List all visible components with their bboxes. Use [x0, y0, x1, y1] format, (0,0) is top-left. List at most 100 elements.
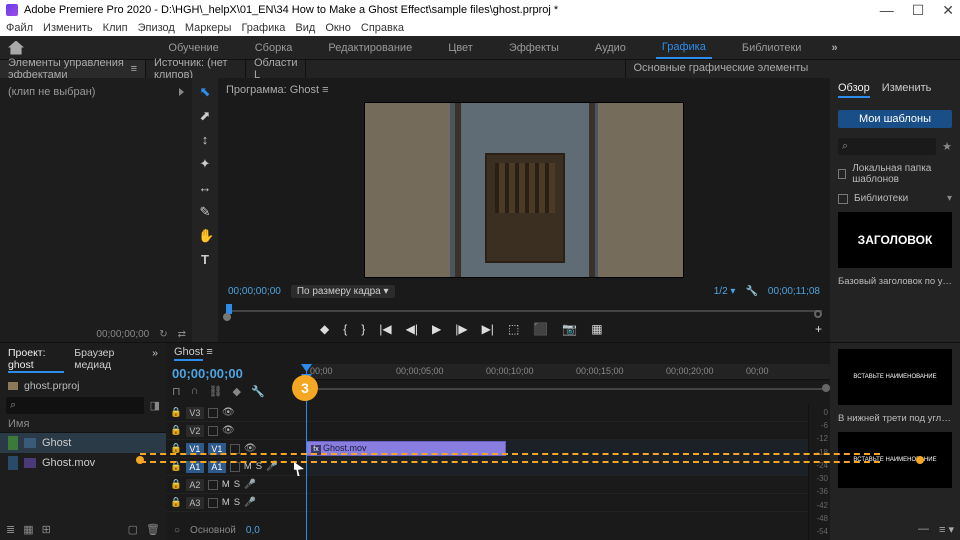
new-item-icon[interactable]: ▢: [128, 523, 138, 536]
fit-dropdown[interactable]: По размеру кадра ▾: [291, 285, 395, 298]
seq-menu-icon[interactable]: ≡: [206, 346, 212, 358]
direct-select-tool-icon[interactable]: ⬈: [198, 108, 212, 122]
step-fwd-icon[interactable]: |▶: [455, 322, 467, 336]
project-tab[interactable]: Проект: ghost: [8, 347, 64, 373]
menu-edit[interactable]: Изменить: [43, 22, 93, 34]
settings-wrench-icon[interactable]: 🔧: [745, 286, 757, 297]
track-header-v2[interactable]: 🔒V2👁: [166, 422, 306, 440]
eg-tab-edit[interactable]: Изменить: [882, 82, 932, 98]
ws-tab-color[interactable]: Цвет: [442, 38, 479, 58]
pen-tool-icon[interactable]: ✎: [198, 204, 212, 218]
resolution-dropdown[interactable]: 1/2 ▾: [714, 286, 736, 297]
type-tool-icon[interactable]: T: [198, 252, 212, 266]
marker-tl-icon[interactable]: ◆: [232, 385, 240, 398]
ws-tab-graphics[interactable]: Графика: [656, 37, 712, 59]
menu-view[interactable]: Вид: [295, 22, 315, 34]
ws-tab-audio[interactable]: Аудио: [589, 38, 632, 58]
favorites-star-icon[interactable]: ★: [942, 140, 952, 153]
program-video[interactable]: [364, 102, 684, 278]
menu-graphics[interactable]: Графика: [241, 22, 285, 34]
step-back-icon[interactable]: ◀|: [406, 322, 418, 336]
eg-search-input[interactable]: ⌕: [838, 138, 936, 155]
comparison-icon[interactable]: ▦: [591, 322, 602, 336]
lift-icon[interactable]: ⬚: [508, 322, 519, 336]
freeform-view-icon[interactable]: ⊞: [42, 523, 51, 536]
add-marker-icon[interactable]: ◆: [320, 322, 329, 336]
source-tab[interactable]: Источник: (нет клипов): [146, 60, 246, 78]
wrench-tl-icon[interactable]: 🔧: [251, 385, 265, 398]
ws-overflow-icon[interactable]: »: [831, 42, 837, 54]
project-search-input[interactable]: ⌕: [6, 397, 144, 414]
ws-tab-libraries[interactable]: Библиотеки: [736, 38, 808, 58]
my-templates-button[interactable]: Мои шаблоны: [838, 110, 952, 128]
selection-tool-icon[interactable]: ⬉: [198, 84, 212, 98]
timeline-timecode[interactable]: 00;00;00;00: [172, 366, 300, 381]
media-browser-tab[interactable]: Браузер медиад: [74, 347, 142, 373]
export-frame-icon[interactable]: 📷: [562, 322, 577, 336]
crop-tool-icon[interactable]: ↔: [198, 180, 212, 194]
sequence-tab[interactable]: Ghost: [174, 346, 203, 361]
template-thumb-3[interactable]: ВСТАВЬТЕ НАИМЕНОВАНИЕ: [838, 432, 952, 488]
ec-loop-icon[interactable]: ↻: [159, 329, 167, 340]
track-header-a1[interactable]: 🔒A1A1MS🎤: [166, 458, 306, 476]
track-header-a2[interactable]: 🔒A2MS🎤: [166, 476, 306, 494]
extract-icon[interactable]: ⬛: [533, 322, 548, 336]
program-scrubber[interactable]: [226, 304, 822, 318]
mark-out-icon[interactable]: }: [361, 322, 365, 336]
ws-tab-assembly[interactable]: Сборка: [249, 38, 299, 58]
track-header-a3[interactable]: 🔒A3MS🎤: [166, 494, 306, 512]
trash-icon[interactable]: 🗑: [146, 523, 160, 536]
align-tool-icon[interactable]: ✦: [198, 156, 212, 170]
icon-view-icon[interactable]: ▦: [23, 523, 33, 536]
timeline-clip-ghost[interactable]: fxGhost.mov: [306, 441, 506, 456]
snap-icon[interactable]: ⊓: [172, 385, 181, 398]
magnet-icon[interactable]: ∩: [191, 385, 199, 398]
ws-tab-editing[interactable]: Редактирование: [322, 38, 418, 58]
menu-file[interactable]: Файл: [6, 22, 33, 34]
play-icon[interactable]: ▶: [432, 322, 441, 336]
template-thumb-2[interactable]: ВСТАВЬТЕ НАИМЕНОВАНИЕ: [838, 349, 952, 405]
go-to-in-icon[interactable]: |◀: [379, 322, 391, 336]
hand-tool-icon[interactable]: ✋: [198, 228, 212, 242]
eg-undo-icon[interactable]: —: [918, 523, 929, 536]
effect-controls-tab[interactable]: Элементы управления эффектами ≡: [0, 60, 146, 78]
track-header-v1[interactable]: 🔒V1V1👁: [166, 440, 306, 458]
button-editor-icon[interactable]: +: [815, 322, 822, 336]
vertical-type-tool-icon[interactable]: ↕: [198, 132, 212, 146]
home-icon[interactable]: [8, 41, 24, 55]
close-button[interactable]: ✕: [942, 2, 954, 19]
time-ruler[interactable]: 00;00 00;00;05;00 00;00;10;00 00;00;15;0…: [306, 364, 830, 380]
minimize-button[interactable]: —: [880, 2, 894, 19]
col-name[interactable]: Имя: [0, 416, 166, 433]
program-tc-left[interactable]: 00;00;00;00: [228, 286, 281, 297]
libraries-checkbox[interactable]: [838, 194, 848, 204]
timeline-zoom-scrubber[interactable]: [306, 384, 830, 394]
ws-tab-effects[interactable]: Эффекты: [503, 38, 565, 58]
track-header-v3[interactable]: 🔒V3👁: [166, 404, 306, 422]
panel-menu-icon[interactable]: ≡: [131, 63, 137, 75]
eg-tab-browse[interactable]: Обзор: [838, 82, 870, 98]
mix-main-value[interactable]: 0,0: [246, 525, 260, 536]
eg-menu-icon[interactable]: ≡ ▾: [939, 523, 954, 536]
local-folder-checkbox[interactable]: [838, 169, 846, 179]
expand-arrow-icon[interactable]: [179, 88, 184, 96]
menu-clip[interactable]: Клип: [103, 22, 128, 34]
ec-toggle-icon[interactable]: ⇄: [178, 329, 186, 340]
link-icon[interactable]: ⛓: [209, 385, 223, 398]
menu-markers[interactable]: Маркеры: [185, 22, 232, 34]
menu-window[interactable]: Окно: [325, 22, 351, 34]
menu-help[interactable]: Справка: [361, 22, 404, 34]
new-bin-cam-icon[interactable]: ◨: [150, 399, 160, 412]
menu-sequence[interactable]: Эпизод: [138, 22, 175, 34]
list-view-icon[interactable]: ≣: [6, 523, 15, 536]
project-item-clip[interactable]: Ghost.mov: [0, 453, 166, 473]
program-menu-icon[interactable]: ≡: [322, 84, 328, 96]
maximize-button[interactable]: ☐: [912, 2, 925, 19]
track-area[interactable]: fxGhost.mov: [306, 404, 808, 540]
template-thumb-1[interactable]: ЗАГОЛОВОК: [838, 212, 952, 268]
mark-in-icon[interactable]: {: [343, 322, 347, 336]
ws-tab-learning[interactable]: Обучение: [162, 38, 224, 58]
go-to-out-icon[interactable]: ▶|: [482, 322, 494, 336]
project-item-sequence[interactable]: Ghost: [0, 433, 166, 453]
regions-tab[interactable]: Области L: [246, 60, 306, 78]
